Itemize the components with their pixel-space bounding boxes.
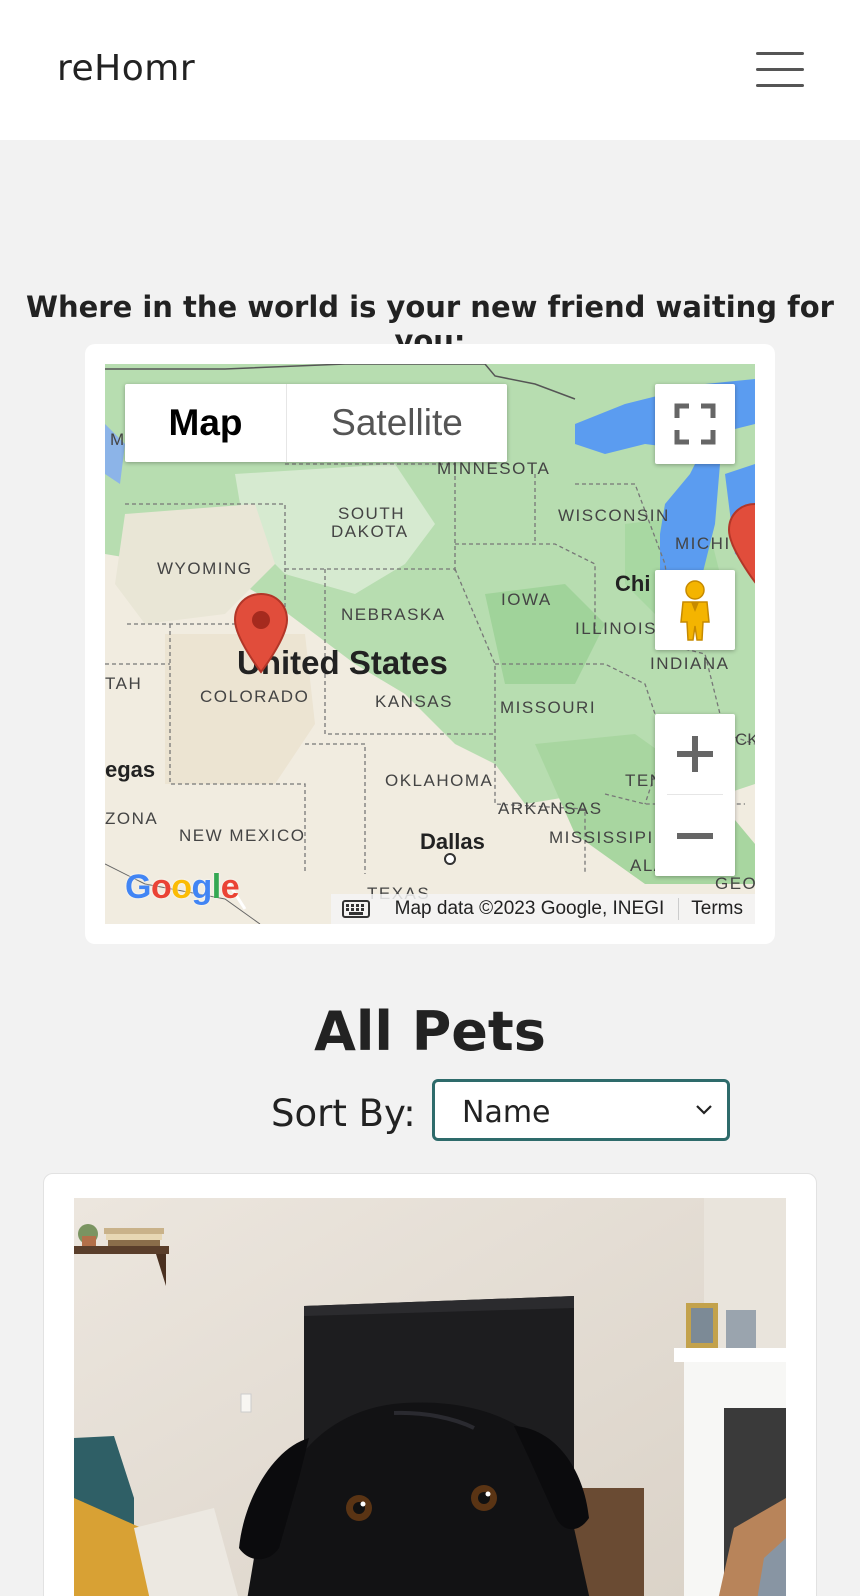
map-label-kansas: KANSAS: [375, 692, 453, 711]
map-attribution: Map data ©2023 Google, INEGI Terms: [330, 894, 755, 924]
black-dog-photo: [74, 1198, 786, 1596]
brand-logo[interactable]: reHomr: [57, 48, 195, 89]
map-type-satellite-button[interactable]: Satellite: [287, 384, 507, 462]
logo-letter: G: [125, 868, 151, 906]
sort-select-value: Name: [462, 1095, 551, 1130]
logo-letter: l: [211, 868, 221, 906]
map-label-ck-edge: CK: [735, 730, 755, 749]
map-label-vegas: egas: [105, 757, 156, 782]
google-map[interactable]: MINNESOTA WISCONSIN SOUTH DAKOTA WYOMING…: [105, 364, 755, 924]
chevron-down-icon: [696, 1105, 712, 1115]
minus-icon: [677, 833, 713, 839]
map-data-credit: Map data ©2023 Google, INEGI: [381, 898, 680, 920]
map-label-colorado: COLORADO: [200, 687, 310, 706]
zoom-out-button[interactable]: [655, 796, 735, 876]
map-label-utah: TAH: [105, 674, 143, 693]
map-label-wisconsin: WISCONSIN: [558, 506, 670, 525]
map-label-new-mexico: NEW MEXICO: [179, 826, 306, 845]
map-label-arkansas: ARKANSAS: [498, 799, 603, 818]
map-label-illinois: ILLINOIS: [575, 619, 657, 638]
fullscreen-button[interactable]: [655, 384, 735, 464]
pegman-icon: [680, 580, 710, 641]
fullscreen-icon: [674, 403, 716, 445]
map-label-dallas: Dallas: [420, 829, 485, 854]
map-marker-icon[interactable]: [233, 592, 289, 676]
map-type-control: Map Satellite: [125, 384, 507, 462]
street-view-pegman-button[interactable]: [655, 570, 735, 650]
google-logo[interactable]: Google: [125, 868, 240, 907]
logo-letter: g: [191, 868, 213, 906]
logo-letter: e: [220, 868, 240, 906]
hamburger-menu-icon[interactable]: [756, 50, 806, 90]
map-label-missouri: MISSOURI: [500, 698, 597, 717]
zoom-in-button[interactable]: [655, 714, 735, 794]
map-label-chicago: Chi: [615, 571, 651, 596]
map-label-minnesota: MINNESOTA: [437, 459, 551, 478]
map-label-south: SOUTH: [338, 504, 405, 523]
map-label-mississippi: MISSISSIPI: [549, 828, 654, 847]
zoom-control: [655, 714, 735, 876]
sort-by-label: Sort By:: [271, 1092, 416, 1135]
map-label-m-edge: M: [110, 430, 125, 449]
map-label-arizona: ZONA: [105, 809, 159, 828]
map-label-georgia: GEO: [715, 874, 755, 893]
map-label-dakota: DAKOTA: [331, 522, 409, 541]
sort-by-select[interactable]: Name: [432, 1079, 730, 1141]
all-pets-title: All Pets: [314, 1000, 546, 1063]
map-label-indiana: INDIANA: [650, 654, 730, 673]
map-label-wyoming: WYOMING: [157, 559, 253, 578]
keyboard-shortcuts-button[interactable]: [331, 894, 381, 924]
map-label-nebraska: NEBRASKA: [341, 605, 446, 624]
map-type-map-button[interactable]: Map: [125, 384, 287, 462]
pet-photo[interactable]: [74, 1198, 786, 1596]
terms-link[interactable]: Terms: [679, 898, 755, 920]
plus-icon: [677, 736, 713, 772]
map-label-iowa: IOWA: [501, 590, 552, 609]
logo-letter: o: [150, 868, 172, 906]
keyboard-icon: [341, 900, 370, 918]
map-label-oklahoma: OKLAHOMA: [385, 771, 494, 790]
navbar: reHomr: [0, 0, 860, 140]
logo-letter: o: [171, 868, 192, 906]
zoom-divider: [667, 794, 723, 795]
